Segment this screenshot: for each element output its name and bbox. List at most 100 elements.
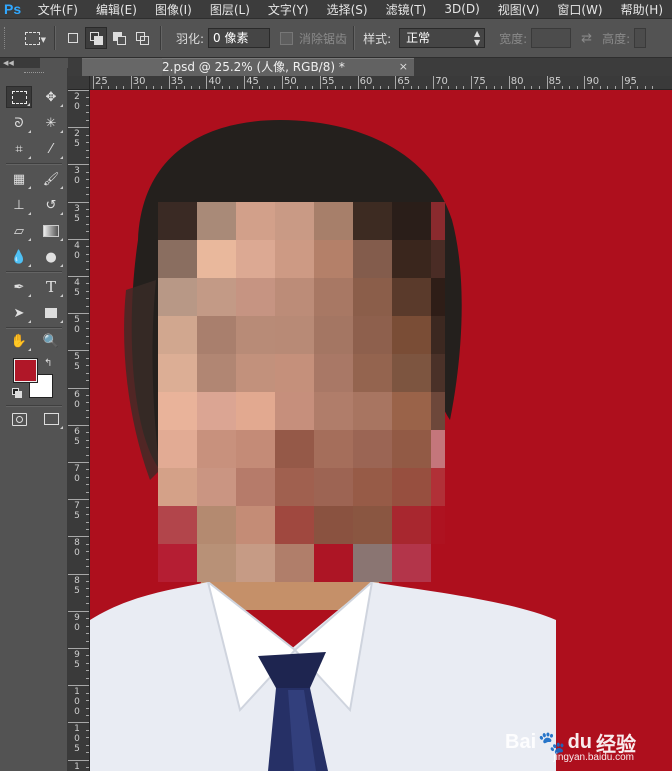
menu-3d[interactable]: 3D(D) (435, 2, 488, 16)
ruler-origin[interactable] (68, 76, 90, 90)
mosaic-cell (392, 202, 431, 240)
ruler-minor-tick (86, 595, 89, 597)
width-input[interactable] (531, 28, 572, 48)
intersect-selection-button[interactable] (131, 27, 153, 49)
zoom-tool[interactable]: 🔍 (38, 330, 64, 352)
add-to-selection-button[interactable] (85, 27, 107, 49)
ruler-major-tick (68, 276, 89, 277)
ruler-label: 8 5 (74, 575, 80, 596)
rect-marquee-tool[interactable] (6, 86, 32, 108)
crop-tool[interactable]: ⌗ (6, 138, 32, 160)
ruler-minor-tick (425, 86, 427, 89)
watermark-brand: Bai (505, 731, 537, 753)
quick-mask-button[interactable] (6, 408, 32, 430)
ruler-label: 8 0 (74, 538, 80, 559)
close-icon[interactable]: × (399, 59, 408, 75)
feather-input[interactable]: 0 像素 (208, 28, 271, 48)
menu-file[interactable]: 文件(F) (29, 1, 87, 18)
foreground-color-swatch[interactable] (14, 359, 37, 382)
ruler-minor-tick (86, 320, 89, 322)
mosaic-cell (236, 240, 275, 278)
path-selection-tool[interactable]: ➤ (6, 302, 32, 324)
ruler-minor-tick (86, 588, 89, 590)
history-brush-tool[interactable]: ↺ (38, 194, 64, 216)
pen-tool[interactable]: ✒ (6, 276, 32, 298)
mosaic-cell (158, 468, 197, 506)
ruler-major-tick (546, 76, 548, 89)
ruler-minor-tick (531, 86, 533, 89)
ruler-major-tick (68, 164, 89, 166)
tab-highlight (82, 58, 162, 76)
screen-mode-button[interactable] (38, 408, 64, 430)
menu-image[interactable]: 图像(I) (146, 1, 201, 18)
menu-select[interactable]: 选择(S) (318, 1, 377, 18)
mosaic-cell (236, 468, 275, 506)
ruler-minor-tick (86, 134, 89, 136)
menu-view[interactable]: 视图(V) (489, 1, 549, 18)
horizontal-ruler[interactable]: 25 30 35 40 45 50 55 60 65 70 75 80 85 90 95 (90, 76, 672, 90)
menu-filter[interactable]: 滤镜(T) (377, 1, 436, 18)
ruler-minor-tick (229, 86, 231, 89)
ruler-label: 9 0 (74, 612, 80, 633)
menu-bar: Ps 文件(F) 编辑(E) 图像(I) 图层(L) 文字(Y) 选择(S) 滤… (0, 0, 672, 18)
hand-tool[interactable]: ✋ (6, 330, 32, 352)
document-canvas[interactable]: Bai 🐾 du 经验 jingyan.baidu.com (90, 90, 672, 771)
mosaic-cell (197, 202, 236, 240)
ruler-minor-tick (86, 469, 89, 471)
mosaic-cell (353, 392, 392, 430)
swap-colors-icon[interactable]: ↰ (44, 358, 52, 369)
dodge-tool[interactable]: ● (38, 246, 64, 268)
mosaic-cell (431, 316, 445, 354)
eraser-tool[interactable]: ▱ (6, 220, 32, 242)
ruler-minor-tick (86, 447, 89, 449)
menu-layer[interactable]: 图层(L) (201, 1, 259, 18)
clone-stamp-tool[interactable]: ⊥ (6, 194, 32, 216)
menu-help[interactable]: 帮助(H) (612, 1, 672, 18)
ruler-minor-tick (86, 372, 89, 374)
antialias-checkbox[interactable] (280, 31, 294, 45)
ruler-major-tick (433, 76, 435, 89)
vertical-ruler[interactable]: 2 0 2 5 3 0 3 5 4 0 4 5 5 0 5 5 6 0 6 5 7 0 7 5 8 0 8… (68, 90, 90, 771)
ruler-minor-tick (86, 566, 89, 568)
ruler-major-tick (68, 313, 89, 315)
default-colors-icon[interactable] (12, 388, 22, 398)
move-tool[interactable]: ✥ (38, 86, 64, 108)
ruler-minor-tick (86, 186, 89, 188)
swap-dimensions-icon[interactable]: ⇄ (581, 31, 592, 46)
subtract-selection-button[interactable] (108, 27, 130, 49)
type-tool[interactable]: T (38, 276, 64, 298)
brush-tool[interactable]: 🖌 (38, 168, 64, 190)
mosaic-cell (197, 278, 236, 316)
panel-grip[interactable] (24, 72, 44, 75)
eraser-icon: ▱ (14, 223, 24, 239)
magic-wand-tool[interactable]: ✳ (38, 112, 64, 134)
options-grip[interactable] (4, 27, 10, 49)
gradient-tool[interactable] (38, 220, 64, 242)
ruler-minor-tick (266, 86, 268, 89)
blur-tool[interactable]: 💧 (6, 246, 32, 268)
ruler-major-tick (206, 76, 208, 89)
menu-type[interactable]: 文字(Y) (259, 1, 318, 18)
new-selection-button[interactable] (62, 27, 84, 49)
subtract-selection-icon (113, 32, 126, 45)
ruler-minor-tick (86, 365, 89, 367)
ruler-label: 4 5 (74, 278, 80, 298)
watermark-url: jingyan.baidu.com (553, 752, 634, 763)
toolbar-collapse-button[interactable]: ◀◀ (0, 58, 40, 68)
mosaic-cell (314, 202, 353, 240)
dodge-icon: ● (45, 249, 57, 265)
mosaic-cell (431, 392, 445, 430)
style-select[interactable]: 正常 ▲ ▼ (399, 28, 486, 48)
menu-window[interactable]: 窗口(W) (548, 1, 611, 18)
mosaic-cell (197, 468, 236, 506)
tool-preset-picker[interactable]: ▼ (16, 27, 48, 49)
healing-brush-tool[interactable]: ▦ (6, 168, 32, 190)
lasso-tool[interactable]: ᘐ (6, 112, 32, 134)
eyedropper-tool[interactable]: ⁄ (38, 138, 64, 160)
rectangle-tool[interactable] (38, 302, 64, 324)
hand-icon: ✋ (10, 333, 28, 349)
menu-edit[interactable]: 编辑(E) (87, 1, 146, 18)
ruler-label: 1 0 0 (74, 687, 80, 718)
height-input[interactable] (634, 28, 647, 48)
ruler-minor-tick (86, 603, 89, 605)
